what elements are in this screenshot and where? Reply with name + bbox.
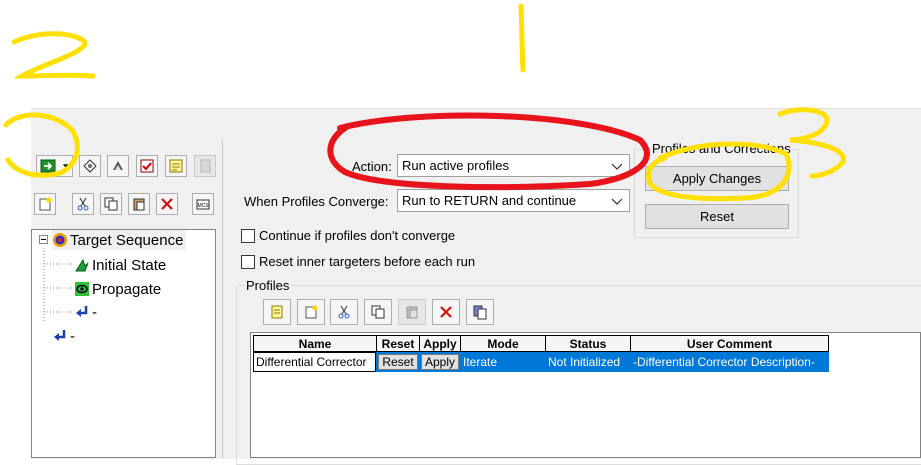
converge-select-value: Run to RETURN and continue bbox=[402, 193, 577, 208]
profiles-corrections-title: Profiles and Corrections bbox=[651, 141, 792, 156]
chevron-down-icon bbox=[611, 198, 623, 205]
return-arrow-icon bbox=[54, 330, 66, 341]
tree-item-initial-state[interactable]: Initial State bbox=[74, 255, 166, 275]
converge-label: When Profiles Converge: bbox=[244, 194, 389, 209]
tree-item-propagate[interactable]: Propagate bbox=[74, 279, 161, 299]
new-segment-button[interactable] bbox=[34, 193, 56, 215]
paste-button[interactable] bbox=[128, 193, 150, 215]
paste-icon bbox=[406, 306, 418, 319]
new-profile-button[interactable] bbox=[297, 299, 325, 325]
delete-x-icon bbox=[161, 198, 173, 210]
action-select-value: Run active profiles bbox=[402, 158, 509, 173]
row-apply-button[interactable]: Apply bbox=[421, 354, 459, 370]
run-arrow-icon bbox=[40, 159, 56, 173]
tree-item-label: Initial State bbox=[92, 256, 167, 274]
column-header-reset[interactable]: Reset bbox=[376, 335, 420, 352]
column-header-apply[interactable]: Apply bbox=[419, 335, 461, 352]
disabled-tool-button[interactable] bbox=[194, 155, 216, 177]
panel-splitter[interactable] bbox=[222, 140, 223, 458]
column-header-name[interactable]: Name bbox=[253, 335, 377, 352]
properties-icon bbox=[271, 305, 283, 319]
column-header-mode[interactable]: Mode bbox=[460, 335, 546, 352]
continue-checkbox[interactable] bbox=[241, 229, 255, 243]
tree-item-label: - bbox=[70, 327, 75, 345]
step-icon bbox=[83, 159, 97, 173]
action-label: Action: bbox=[352, 159, 392, 174]
converge-select[interactable]: Run to RETURN and continue bbox=[397, 189, 630, 212]
chevron-down-icon bbox=[62, 164, 69, 168]
targeter-icon bbox=[113, 161, 123, 170]
pages-icon bbox=[473, 305, 487, 320]
tree-item-label: - bbox=[92, 303, 97, 321]
apply-changes-button[interactable]: Apply Changes bbox=[645, 166, 789, 191]
new-page-icon bbox=[39, 197, 52, 211]
user-comment-cell[interactable]: -Differential Corrector Description- bbox=[630, 352, 829, 372]
return-arrow-icon bbox=[76, 306, 88, 317]
continue-checkbox-label: Continue if profiles don't converge bbox=[259, 228, 456, 243]
tree-item-stop[interactable]: - bbox=[52, 326, 75, 346]
checklist-icon bbox=[140, 159, 154, 173]
mcs-button[interactable]: MCS bbox=[192, 193, 214, 215]
copy-icon bbox=[104, 197, 118, 211]
profiles-title: Profiles bbox=[244, 278, 292, 293]
reset-inner-checkbox[interactable] bbox=[241, 255, 255, 269]
scissors-icon bbox=[77, 197, 89, 211]
tree-item-label: Target Sequence bbox=[70, 231, 184, 249]
run-dropdown-button[interactable] bbox=[59, 155, 73, 177]
notes-button[interactable] bbox=[165, 155, 187, 177]
column-header-user-comment[interactable]: User Comment bbox=[630, 335, 829, 352]
delete-x-icon bbox=[440, 306, 452, 318]
tree-item-return[interactable]: - bbox=[74, 302, 97, 322]
delete-button[interactable] bbox=[156, 193, 178, 215]
propagate-icon bbox=[75, 282, 89, 296]
row-reset-button[interactable]: Reset bbox=[378, 354, 418, 370]
note-icon bbox=[169, 159, 183, 173]
paste-icon bbox=[133, 198, 145, 211]
reset-inner-checkbox-label: Reset inner targeters before each run bbox=[259, 254, 476, 269]
profile-properties-button[interactable] bbox=[263, 299, 291, 325]
target-icon bbox=[53, 233, 67, 247]
run-button[interactable] bbox=[36, 155, 60, 177]
tree-item-label: Propagate bbox=[92, 280, 162, 298]
mode-cell[interactable]: Iterate bbox=[460, 352, 546, 372]
apply-cell: Apply bbox=[419, 352, 461, 372]
reset-button[interactable]: Reset bbox=[645, 204, 789, 229]
chevron-down-icon bbox=[611, 163, 623, 170]
copy-icon bbox=[371, 305, 385, 319]
svg-text:MCS: MCS bbox=[197, 203, 209, 209]
column-header-status[interactable]: Status bbox=[545, 335, 631, 352]
profiles-table[interactable]: Name Reset Apply Mode Status User Commen… bbox=[250, 332, 921, 458]
profile-name-cell[interactable]: Differential Corrector bbox=[253, 352, 376, 372]
check-button[interactable] bbox=[136, 155, 158, 177]
initial-state-icon bbox=[75, 258, 89, 272]
scissors-icon bbox=[338, 305, 350, 319]
reset-cell: Reset bbox=[376, 352, 420, 372]
tree-collapse-toggle[interactable] bbox=[39, 235, 48, 244]
mcs-icon: MCS bbox=[196, 199, 210, 210]
action-select[interactable]: Run active profiles bbox=[397, 154, 630, 177]
cut-button[interactable] bbox=[72, 193, 94, 215]
reset-label: Reset bbox=[700, 209, 734, 224]
apply-changes-label: Apply Changes bbox=[672, 171, 762, 186]
blank-page-icon bbox=[200, 159, 211, 173]
cut-profile-button[interactable] bbox=[330, 299, 358, 325]
status-cell: Not Initialized bbox=[545, 352, 631, 372]
targeter-button[interactable] bbox=[107, 155, 129, 177]
step-button[interactable] bbox=[79, 155, 101, 177]
new-page-icon bbox=[305, 305, 318, 319]
tree-item-target-sequence[interactable]: Target Sequence bbox=[52, 230, 187, 250]
copy-profile-button[interactable] bbox=[364, 299, 392, 325]
copy-button[interactable] bbox=[100, 193, 122, 215]
delete-profile-button[interactable] bbox=[432, 299, 460, 325]
paste-profile-button[interactable] bbox=[398, 299, 426, 325]
profile-order-button[interactable] bbox=[466, 299, 494, 325]
